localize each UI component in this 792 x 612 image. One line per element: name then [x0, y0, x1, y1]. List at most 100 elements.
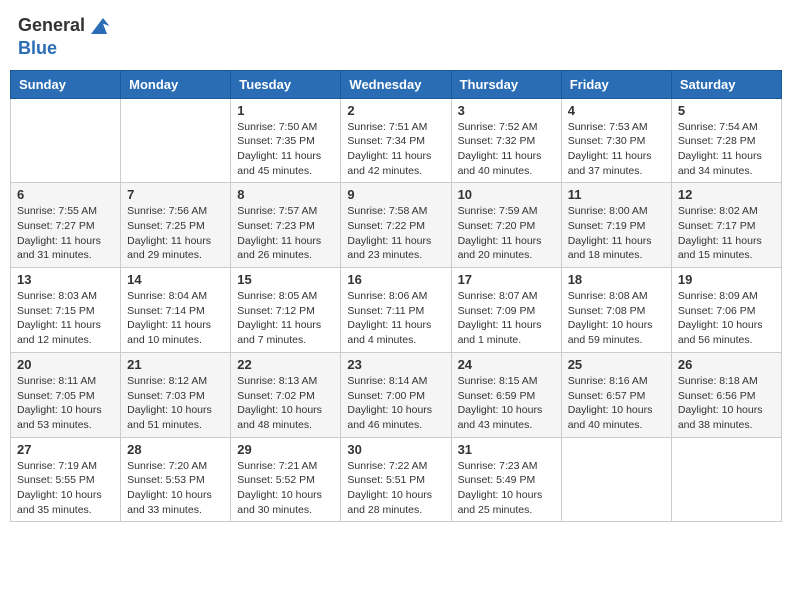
calendar-cell: 1 Sunrise: 7:50 AMSunset: 7:35 PMDaylight… [231, 98, 341, 183]
calendar-cell: 18Sunrise: 8:08 AMSunset: 7:08 PMDayligh… [561, 268, 671, 353]
calendar-cell: 7 Sunrise: 7:56 AMSunset: 7:25 PMDaylight… [121, 183, 231, 268]
cell-detail: Sunrise: 8:04 AMSunset: 7:14 PMDaylight:… [127, 289, 224, 348]
weekday-header-thursday: Thursday [451, 70, 561, 98]
day-number: 29 [237, 442, 334, 457]
cell-detail: Sunrise: 8:16 AMSunset: 6:57 PMDaylight:… [568, 374, 665, 433]
calendar-cell: 15 Sunrise: 8:05 AMSunset: 7:12 PMDayligh… [231, 268, 341, 353]
cell-detail: Sunrise: 8:07 AMSunset: 7:09 PMDaylight:… [458, 289, 555, 348]
page-header: General Blue [10, 10, 782, 64]
cell-detail: Sunrise: 8:18 AMSunset: 6:56 PMDaylight:… [678, 374, 775, 433]
day-number: 4 [568, 103, 665, 118]
day-number: 8 [237, 187, 334, 202]
day-number: 16 [347, 272, 444, 287]
calendar-week-row: 13 Sunrise: 8:03 AMSunset: 7:15 PMDayligh… [11, 268, 782, 353]
logo-general: General [18, 15, 85, 37]
calendar-cell: 31 Sunrise: 7:23 AMSunset: 5:49 PMDayligh… [451, 437, 561, 522]
logo: General Blue [18, 14, 111, 60]
day-number: 27 [17, 442, 114, 457]
day-number: 19 [678, 272, 775, 287]
cell-detail: Sunrise: 7:57 AMSunset: 7:23 PMDaylight:… [237, 204, 334, 263]
cell-detail: Sunrise: 7:51 AMSunset: 7:34 PMDaylight:… [347, 120, 444, 179]
day-number: 30 [347, 442, 444, 457]
cell-detail: Sunrise: 8:15 AMSunset: 6:59 PMDaylight:… [458, 374, 555, 433]
day-number: 15 [237, 272, 334, 287]
day-number: 31 [458, 442, 555, 457]
calendar-week-row: 27 Sunrise: 7:19 AMSunset: 5:55 PMDayligh… [11, 437, 782, 522]
weekday-header-saturday: Saturday [671, 70, 781, 98]
calendar-cell: 29 Sunrise: 7:21 AMSunset: 5:52 PMDayligh… [231, 437, 341, 522]
logo-icon [87, 14, 111, 38]
cell-detail: Sunrise: 7:50 AMSunset: 7:35 PMDaylight:… [237, 120, 334, 179]
cell-detail: Sunrise: 7:53 AMSunset: 7:30 PMDaylight:… [568, 120, 665, 179]
calendar-week-row: 1 Sunrise: 7:50 AMSunset: 7:35 PMDaylight… [11, 98, 782, 183]
cell-detail: Sunrise: 7:23 AMSunset: 5:49 PMDaylight:… [458, 459, 555, 518]
day-number: 2 [347, 103, 444, 118]
cell-detail: Sunrise: 8:02 AMSunset: 7:17 PMDaylight:… [678, 204, 775, 263]
day-number: 17 [458, 272, 555, 287]
cell-detail: Sunrise: 8:00 AMSunset: 7:19 PMDaylight:… [568, 204, 665, 263]
calendar-cell: 9Sunrise: 7:58 AMSunset: 7:22 PMDaylight… [341, 183, 451, 268]
cell-detail: Sunrise: 7:58 AMSunset: 7:22 PMDaylight:… [347, 204, 444, 263]
cell-detail: Sunrise: 7:21 AMSunset: 5:52 PMDaylight:… [237, 459, 334, 518]
weekday-header-tuesday: Tuesday [231, 70, 341, 98]
logo-blue: Blue [18, 38, 57, 58]
cell-detail: Sunrise: 7:55 AMSunset: 7:27 PMDaylight:… [17, 204, 114, 263]
day-number: 21 [127, 357, 224, 372]
day-number: 25 [568, 357, 665, 372]
day-number: 18 [568, 272, 665, 287]
calendar-cell: 28Sunrise: 7:20 AMSunset: 5:53 PMDayligh… [121, 437, 231, 522]
cell-detail: Sunrise: 7:56 AMSunset: 7:25 PMDaylight:… [127, 204, 224, 263]
calendar-cell: 10Sunrise: 7:59 AMSunset: 7:20 PMDayligh… [451, 183, 561, 268]
weekday-header-wednesday: Wednesday [341, 70, 451, 98]
calendar-cell [561, 437, 671, 522]
calendar-cell [11, 98, 121, 183]
calendar-cell: 21 Sunrise: 8:12 AMSunset: 7:03 PMDayligh… [121, 352, 231, 437]
cell-detail: Sunrise: 8:13 AMSunset: 7:02 PMDaylight:… [237, 374, 334, 433]
day-number: 6 [17, 187, 114, 202]
cell-detail: Sunrise: 7:19 AMSunset: 5:55 PMDaylight:… [17, 459, 114, 518]
calendar-cell: 24 Sunrise: 8:15 AMSunset: 6:59 PMDayligh… [451, 352, 561, 437]
cell-detail: Sunrise: 8:03 AMSunset: 7:15 PMDaylight:… [17, 289, 114, 348]
weekday-header-sunday: Sunday [11, 70, 121, 98]
calendar-cell: 20Sunrise: 8:11 AMSunset: 7:05 PMDayligh… [11, 352, 121, 437]
calendar-cell: 8 Sunrise: 7:57 AMSunset: 7:23 PMDaylight… [231, 183, 341, 268]
day-number: 14 [127, 272, 224, 287]
day-number: 24 [458, 357, 555, 372]
calendar-cell: 16Sunrise: 8:06 AMSunset: 7:11 PMDayligh… [341, 268, 451, 353]
day-number: 5 [678, 103, 775, 118]
calendar-cell: 27 Sunrise: 7:19 AMSunset: 5:55 PMDayligh… [11, 437, 121, 522]
weekday-header-friday: Friday [561, 70, 671, 98]
cell-detail: Sunrise: 7:54 AMSunset: 7:28 PMDaylight:… [678, 120, 775, 179]
day-number: 1 [237, 103, 334, 118]
calendar-cell: 5 Sunrise: 7:54 AMSunset: 7:28 PMDaylight… [671, 98, 781, 183]
calendar-cell [671, 437, 781, 522]
calendar-table: SundayMondayTuesdayWednesdayThursdayFrid… [10, 70, 782, 523]
calendar-cell: 14 Sunrise: 8:04 AMSunset: 7:14 PMDayligh… [121, 268, 231, 353]
cell-detail: Sunrise: 8:11 AMSunset: 7:05 PMDaylight:… [17, 374, 114, 433]
calendar-cell: 23Sunrise: 8:14 AMSunset: 7:00 PMDayligh… [341, 352, 451, 437]
cell-detail: Sunrise: 8:09 AMSunset: 7:06 PMDaylight:… [678, 289, 775, 348]
weekday-header-monday: Monday [121, 70, 231, 98]
day-number: 12 [678, 187, 775, 202]
calendar-header-row: SundayMondayTuesdayWednesdayThursdayFrid… [11, 70, 782, 98]
calendar-week-row: 6 Sunrise: 7:55 AMSunset: 7:27 PMDaylight… [11, 183, 782, 268]
calendar-cell: 17 Sunrise: 8:07 AMSunset: 7:09 PMDayligh… [451, 268, 561, 353]
calendar-cell: 3Sunrise: 7:52 AMSunset: 7:32 PMDaylight… [451, 98, 561, 183]
cell-detail: Sunrise: 8:12 AMSunset: 7:03 PMDaylight:… [127, 374, 224, 433]
day-number: 22 [237, 357, 334, 372]
calendar-cell: 22 Sunrise: 8:13 AMSunset: 7:02 PMDayligh… [231, 352, 341, 437]
cell-detail: Sunrise: 7:22 AMSunset: 5:51 PMDaylight:… [347, 459, 444, 518]
cell-detail: Sunrise: 7:59 AMSunset: 7:20 PMDaylight:… [458, 204, 555, 263]
calendar-cell: 12 Sunrise: 8:02 AMSunset: 7:17 PMDayligh… [671, 183, 781, 268]
calendar-cell: 30 Sunrise: 7:22 AMSunset: 5:51 PMDayligh… [341, 437, 451, 522]
day-number: 28 [127, 442, 224, 457]
day-number: 13 [17, 272, 114, 287]
cell-detail: Sunrise: 8:05 AMSunset: 7:12 PMDaylight:… [237, 289, 334, 348]
calendar-week-row: 20Sunrise: 8:11 AMSunset: 7:05 PMDayligh… [11, 352, 782, 437]
day-number: 7 [127, 187, 224, 202]
calendar-cell: 4 Sunrise: 7:53 AMSunset: 7:30 PMDaylight… [561, 98, 671, 183]
day-number: 26 [678, 357, 775, 372]
calendar-cell: 11Sunrise: 8:00 AMSunset: 7:19 PMDayligh… [561, 183, 671, 268]
cell-detail: Sunrise: 7:52 AMSunset: 7:32 PMDaylight:… [458, 120, 555, 179]
calendar-cell: 25 Sunrise: 8:16 AMSunset: 6:57 PMDayligh… [561, 352, 671, 437]
